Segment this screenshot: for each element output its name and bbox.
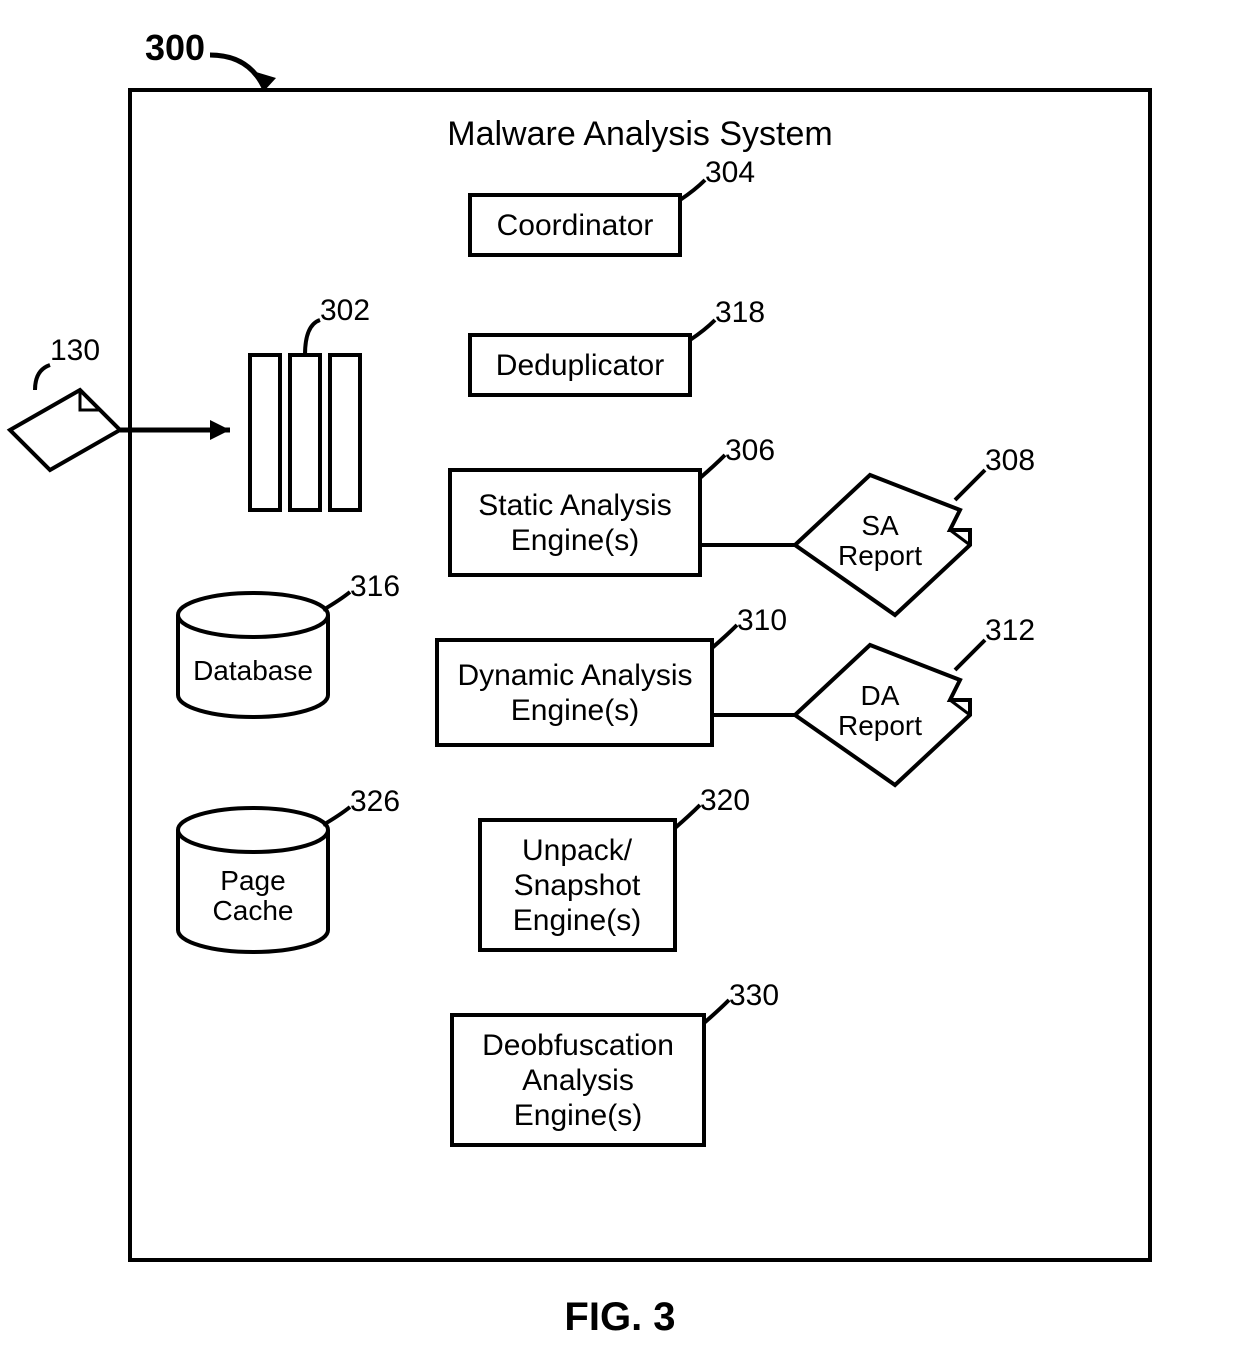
input-document-icon bbox=[10, 390, 120, 470]
leader-326 bbox=[323, 807, 350, 825]
dynamic-engine-box bbox=[437, 640, 712, 745]
ref-304: 304 bbox=[705, 156, 755, 189]
sa-report-l2: Report bbox=[838, 540, 922, 571]
da-report-l2: Report bbox=[838, 710, 922, 741]
leader-304 bbox=[680, 180, 705, 200]
queue-icon bbox=[250, 355, 360, 510]
ref-308: 308 bbox=[985, 444, 1035, 477]
leader-306 bbox=[700, 455, 725, 478]
unpack-engine-l2: Snapshot bbox=[514, 869, 641, 902]
ref-312: 312 bbox=[985, 614, 1035, 647]
figure-caption: FIG. 3 bbox=[564, 1295, 675, 1339]
dynamic-engine-l2: Engine(s) bbox=[511, 694, 639, 727]
deobf-engine-l1: Deobfuscation bbox=[482, 1029, 674, 1062]
static-engine-box bbox=[450, 470, 700, 575]
figure-number: 300 bbox=[145, 27, 205, 68]
leader-316 bbox=[323, 592, 350, 610]
page-cache-l2: Cache bbox=[213, 895, 294, 926]
ref-302: 302 bbox=[320, 294, 370, 327]
leader-130 bbox=[35, 365, 50, 390]
ref-130: 130 bbox=[50, 334, 100, 367]
ref-310: 310 bbox=[737, 604, 787, 637]
leader-308 bbox=[955, 470, 985, 500]
coordinator-label: Coordinator bbox=[497, 209, 654, 242]
dynamic-engine-l1: Dynamic Analysis bbox=[457, 659, 692, 692]
ref-330: 330 bbox=[729, 979, 779, 1012]
static-engine-l1: Static Analysis bbox=[478, 489, 671, 522]
page-cache-l1: Page bbox=[220, 865, 285, 896]
sa-report-l1: SA bbox=[861, 510, 899, 541]
arrow-in-head-icon bbox=[210, 420, 230, 440]
database-label: Database bbox=[193, 655, 313, 686]
leader-310 bbox=[712, 625, 737, 648]
deobf-engine-l3: Engine(s) bbox=[514, 1099, 642, 1132]
leader-330 bbox=[704, 1000, 729, 1023]
unpack-engine-l3: Engine(s) bbox=[513, 904, 641, 937]
ref-318: 318 bbox=[715, 296, 765, 329]
ref-306: 306 bbox=[725, 434, 775, 467]
da-report-l1: DA bbox=[861, 680, 900, 711]
ref-316: 316 bbox=[350, 570, 400, 603]
ref-320: 320 bbox=[700, 784, 750, 817]
unpack-engine-l1: Unpack/ bbox=[522, 834, 633, 867]
static-engine-l2: Engine(s) bbox=[511, 524, 639, 557]
leader-312 bbox=[955, 640, 985, 670]
system-title: Malware Analysis System bbox=[447, 115, 832, 153]
leader-318 bbox=[690, 320, 715, 340]
deduplicator-label: Deduplicator bbox=[496, 349, 664, 382]
leader-302 bbox=[305, 320, 320, 355]
ref-326: 326 bbox=[350, 785, 400, 818]
deobf-engine-l2: Analysis bbox=[522, 1064, 634, 1097]
leader-320 bbox=[675, 805, 700, 828]
figure-svg: 300 Malware Analysis System FIG. 3 130 3… bbox=[0, 0, 1240, 1372]
